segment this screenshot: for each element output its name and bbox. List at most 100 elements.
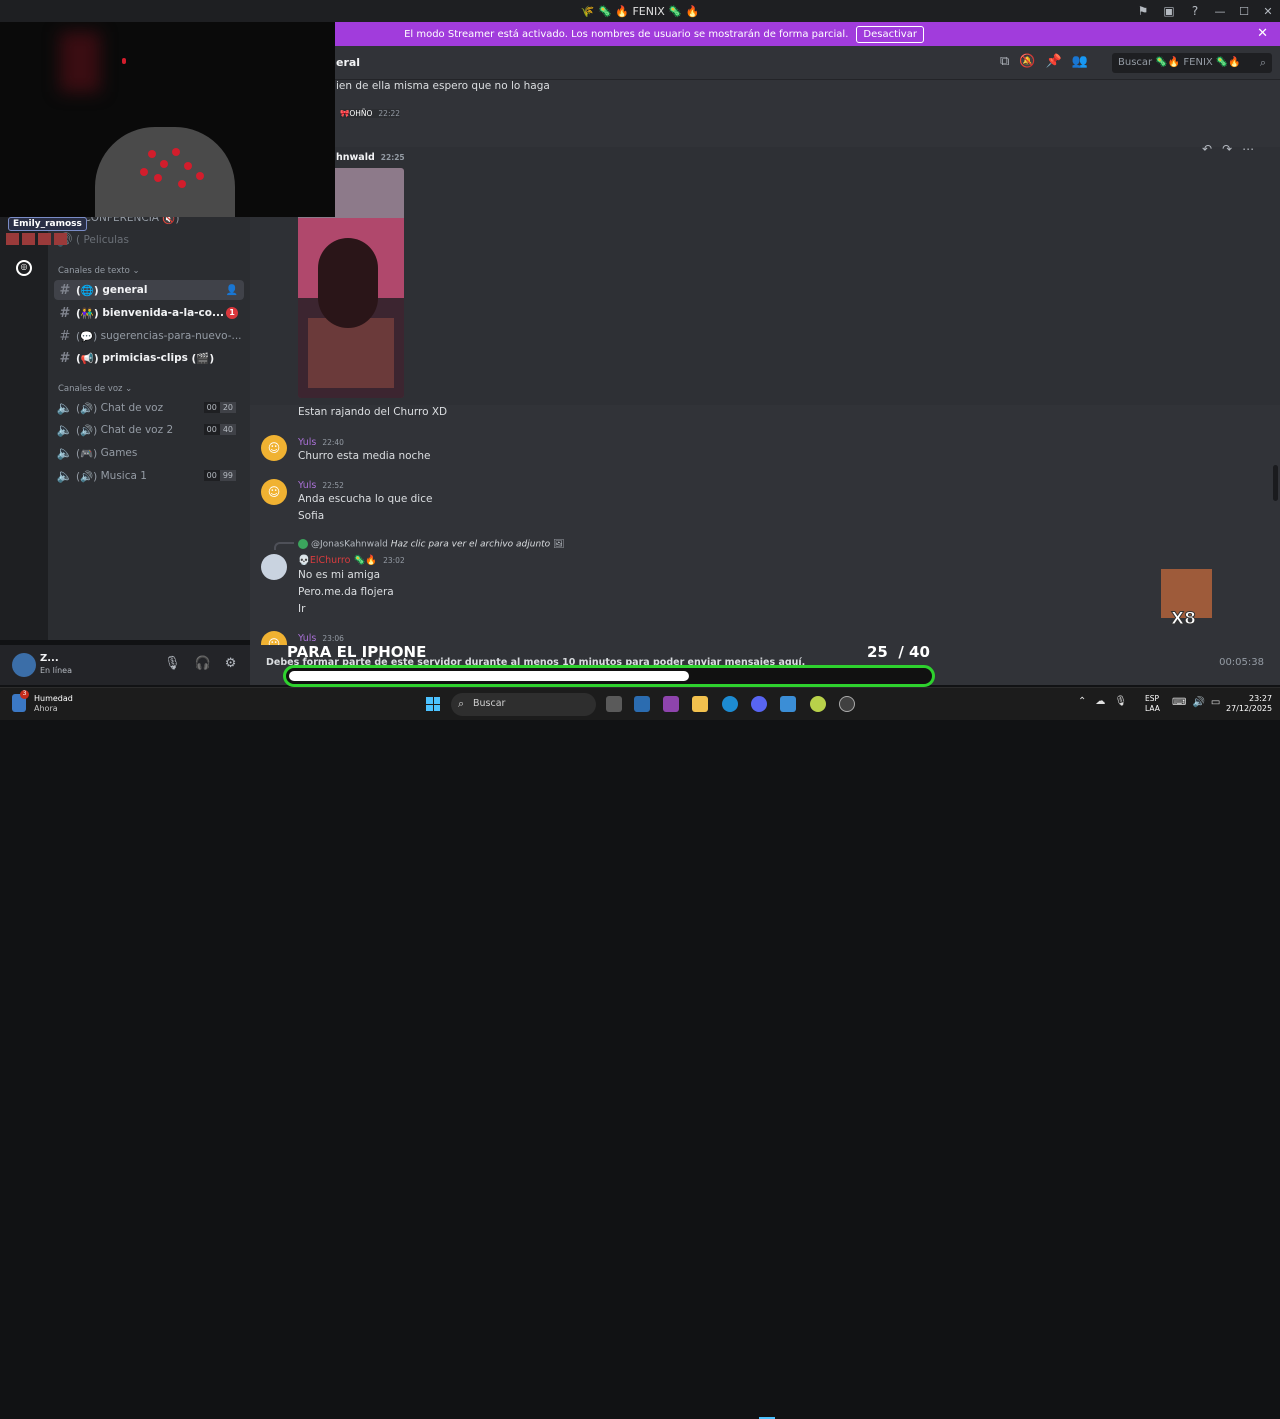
goal-progress-fill	[289, 671, 689, 681]
language-indicator[interactable]: ESP LAA	[1145, 694, 1160, 714]
edge-icon[interactable]	[722, 696, 738, 712]
speaker-icon: 🔈	[56, 468, 74, 484]
message-actions: ↶ ↷ ⋯	[1202, 142, 1254, 156]
avatar[interactable]	[261, 554, 287, 580]
channel-label: Musica 1	[100, 470, 147, 482]
weather-badge: 3	[20, 690, 29, 699]
search-icon: ⌕	[1259, 56, 1266, 69]
channel-sidebar: 🔊 ( CONFERENCIA 🔇) 🔊 ( Peliculas Canales…	[48, 200, 250, 640]
message-content: No es mi amiga	[298, 569, 381, 581]
channel-label: primicias-clips	[102, 352, 188, 364]
sidebar-item-peliculas[interactable]: 🔊 ( Peliculas	[54, 230, 244, 250]
photos-icon[interactable]	[780, 696, 796, 712]
hash-icon: #	[59, 282, 71, 298]
start-button[interactable]	[426, 697, 440, 711]
channel-label: Peliculas	[83, 234, 129, 246]
sidebar-item-musica-1[interactable]: 🔈 (🔊) Musica 1 00 99	[54, 466, 244, 486]
channel-prefix: (📢)	[76, 352, 99, 365]
message-author[interactable]: hnwald 22:25	[336, 152, 405, 163]
settings-gear-icon[interactable]: ⚙	[225, 656, 237, 671]
avatar[interactable]: ☺	[261, 479, 287, 505]
windows-taskbar: 3 Humedad Ahora ⌕ Buscar ⌃ ☁ 🎙 ESP LAA ⌨ …	[0, 687, 1280, 1419]
microphone-icon[interactable]: 🎙	[1114, 696, 1127, 707]
volume-icon[interactable]: 🔊	[1192, 697, 1204, 708]
message-content: Pero.me.da flojera	[298, 586, 394, 598]
weather-subtitle: Ahora	[34, 704, 58, 713]
discord-icon[interactable]	[751, 696, 767, 712]
clock[interactable]: 23:27 27/12/2025	[1226, 694, 1272, 714]
reply-preview[interactable]: @JonasKahnwald Haz clic para ver el arch…	[298, 539, 565, 550]
search-input[interactable]: Buscar 🦠🔥 FENIX 🦠🔥 ⌕	[1112, 53, 1272, 73]
user-limit: 00 20	[203, 402, 236, 413]
threads-icon[interactable]: ⧉	[1000, 54, 1009, 69]
more-icon[interactable]: ⋯	[1242, 142, 1254, 156]
chrome-icon[interactable]	[810, 696, 826, 712]
member-list-icon[interactable]: 👥	[1072, 54, 1088, 69]
app-icon[interactable]	[839, 696, 855, 712]
close-icon[interactable]: ✕	[1257, 26, 1268, 41]
sidebar-item-chat-de-voz-2[interactable]: 🔈 (🔊) Chat de voz 2 00 40	[54, 420, 244, 440]
message-content: Estan rajando del Churro XD	[298, 406, 448, 418]
headphones-icon[interactable]: 🎧	[195, 656, 211, 671]
voice-channels-category[interactable]: Canales de voz ⌄	[58, 384, 132, 394]
channel-label: Chat de voz 2	[100, 424, 174, 436]
message-author[interactable]: Yuls 22:40	[298, 437, 344, 448]
hash-icon: #	[59, 305, 71, 321]
channel-suffix: (🎬)	[191, 352, 215, 365]
channel-label: Chat de voz	[100, 402, 164, 414]
avatar[interactable]: ☺	[261, 435, 287, 461]
sidebar-item-bienvenida[interactable]: # (👫) bienvenida-a-la-co... 1	[54, 303, 244, 323]
sidebar-item-chat-de-voz[interactable]: 🔈 (🔊) Chat de voz 00 20	[54, 398, 244, 418]
help-icon[interactable]: ?	[1182, 4, 1208, 18]
hash-icon: #	[59, 350, 71, 366]
maximize-button[interactable]: ☐	[1232, 5, 1256, 18]
sidebar-item-sugerencias[interactable]: # (💬) sugerencias-para-nuevo-...	[54, 326, 244, 346]
chevron-up-icon[interactable]: ⌃	[1078, 696, 1086, 707]
onedrive-icon[interactable]: ☁	[1095, 696, 1105, 707]
sidebar-item-games[interactable]: 🔈 (🎮) Games	[54, 443, 244, 463]
taskbar-search[interactable]: ⌕ Buscar	[451, 693, 596, 716]
discover-icon[interactable]: ◎	[16, 260, 32, 276]
scrollbar[interactable]	[1273, 465, 1278, 501]
channel-prefix: (🔊)	[76, 424, 98, 437]
channel-header: eral ⧉ 🔕 📌 👥 Buscar 🦠🔥 FENIX 🦠🔥 ⌕	[250, 46, 1280, 80]
mention-badge: 1	[226, 307, 238, 319]
search-placeholder: Buscar 🦠🔥 FENIX 🦠🔥	[1118, 57, 1241, 68]
pin-icon[interactable]: 📌	[1045, 54, 1061, 69]
message-author[interactable]: 💀ElChurro 🦠🔥 23:02	[298, 555, 405, 566]
laughing-sticker: X8	[1161, 569, 1212, 632]
inbox-flag-icon[interactable]: ⚑	[1130, 4, 1156, 18]
channel-label: general	[102, 284, 148, 296]
text-channels-category[interactable]: Canales de texto ⌄	[58, 266, 140, 276]
title-emojis-after: 🦠 🔥	[668, 4, 700, 18]
mute-bell-icon[interactable]: 🔕	[1019, 54, 1035, 69]
avatar[interactable]	[12, 653, 36, 677]
forward-icon[interactable]: ↷	[1222, 142, 1232, 156]
speaker-icon: 🔈	[56, 422, 74, 438]
sidebar-item-general[interactable]: # (🌐) general 👤	[54, 280, 244, 300]
role-tag: 🎀OHÑO 22:22	[340, 109, 401, 118]
goal-count: 25 / 40	[867, 643, 930, 661]
sidebar-item-primicias[interactable]: # (📢) primicias-clips (🎬)	[54, 348, 244, 368]
network-icon[interactable]: ⌨	[1172, 697, 1186, 708]
store-icon[interactable]	[634, 696, 650, 712]
disable-streamer-button[interactable]: Desactivar	[856, 25, 924, 43]
reply-icon[interactable]: ↶	[1202, 142, 1212, 156]
task-view-icon[interactable]	[606, 696, 622, 712]
copilot-icon[interactable]	[663, 696, 679, 712]
search-icon: ⌕	[458, 697, 465, 710]
battery-icon[interactable]: ▭	[1211, 697, 1220, 708]
minimize-button[interactable]: —	[1208, 5, 1232, 18]
user-limit: 00 99	[203, 470, 236, 481]
add-member-icon[interactable]: 👤	[226, 285, 238, 296]
goal-progress-bar	[283, 665, 935, 687]
channel-label: bienvenida-a-la-co...	[102, 307, 224, 319]
title-emojis-before: 🌾 🦠 🔥	[580, 4, 629, 18]
file-explorer-icon[interactable]	[692, 696, 708, 712]
user-name[interactable]: Z...	[40, 653, 59, 664]
channel-prefix: (🔊)	[76, 402, 98, 415]
close-window-button[interactable]: ✕	[1256, 5, 1280, 18]
screen-icon[interactable]: ▣	[1156, 4, 1182, 18]
microphone-icon[interactable]: 🎙	[164, 656, 181, 671]
message-author[interactable]: Yuls 22:52	[298, 480, 344, 491]
